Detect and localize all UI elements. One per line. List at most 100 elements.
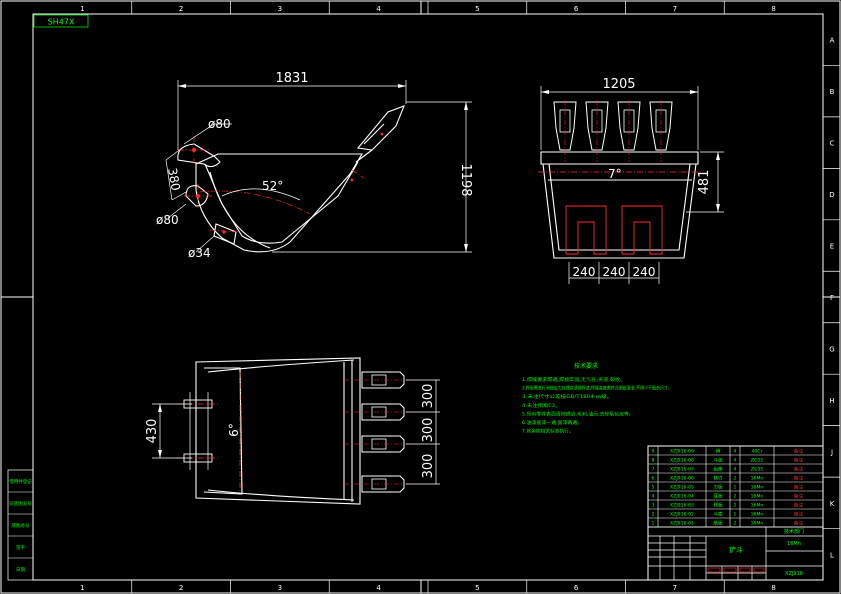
cad-drawing: 12345678 12345678 ABCDEFGHJKL SH47X 1831… — [0, 0, 841, 594]
top-teeth — [183, 371, 408, 493]
small-pin-diameter: ø34 — [188, 246, 211, 260]
parts-table-cell: 16Mn — [751, 520, 764, 526]
sheet-inner-border — [32, 13, 824, 581]
parts-table-cell: 4 — [734, 457, 737, 463]
title-block-code: XZJ916 — [785, 571, 803, 577]
parts-table-cell: XZJ916-03 — [670, 502, 694, 508]
title-block-area: 9 XZJ916-09 销 4 40Cr 备注 8 XZJ916-08 斗齿 4 ZG35 备注 7 XZ… — [647, 445, 824, 581]
margin-label: 旧底图总号 — [9, 500, 32, 507]
parts-table-cell: 1 — [652, 520, 655, 526]
front-taper-angle: 7° — [608, 167, 622, 181]
parts-table-cell: 耳板 — [713, 492, 723, 499]
parts-table-cell: 8 — [652, 457, 655, 463]
parts-table-cell: 9 — [652, 448, 655, 454]
grid-col-label: 6 — [574, 5, 579, 13]
parts-table-cell: 2 — [734, 502, 737, 508]
parts-table: 9 XZJ916-09 销 4 40Cr 备注 8 XZJ916-08 斗齿 4 ZG35 备注 7 XZ… — [648, 446, 823, 528]
note-line: 4.未注倒角C2。 — [522, 402, 561, 409]
front-slot — [565, 205, 607, 255]
grid-col-label: 1 — [80, 5, 84, 13]
front-spacing-3: 240 — [633, 265, 656, 279]
parts-table-cell: 侧板 — [713, 501, 723, 508]
parts-table-cell: XZJ916-04 — [670, 493, 694, 499]
side-view: 1831 1198 380 52° ø80 ø80 ø34 — [156, 71, 473, 260]
parts-table-cell: 2 — [734, 520, 737, 526]
front-view: 1205 481 7° 240 240 240 — [538, 77, 724, 284]
parts-table-cell: 备注 — [794, 474, 804, 481]
parts-table-cell: 5 — [652, 484, 655, 490]
parts-table-cell: 1 — [734, 511, 737, 517]
grid-row-label: K — [830, 500, 835, 508]
code-label: SH47X — [48, 18, 75, 27]
parts-table-cell: 备注 — [794, 510, 804, 517]
title-block-material: 16Mn — [787, 541, 801, 547]
parts-table-cell: XZJ916-05 — [670, 484, 694, 490]
grid-col-label: 7 — [673, 5, 677, 13]
grid-row-label: L — [830, 551, 834, 559]
top-tooth-spacing-3: 300 — [421, 454, 436, 479]
grid-col-label: 3 — [278, 584, 282, 592]
note-line: 6.油漆底漆一遍,面漆两遍。 — [522, 419, 582, 426]
parts-table-cell: XZJ916-06 — [670, 475, 694, 481]
parts-table-cell: 备注 — [794, 456, 804, 463]
margin-label: 签字 — [16, 544, 25, 551]
note-line: 3.未注尺寸公差按GB/T1804-m级。 — [522, 393, 612, 400]
side-length-dim: 1831 — [275, 71, 308, 86]
parts-table-cell: 备注 — [794, 447, 804, 454]
parts-table-cell: 备注 — [794, 519, 804, 526]
parts-table-cell: 4 — [652, 493, 655, 499]
parts-table-cell: XZJ916-01 — [670, 520, 694, 526]
parts-table-cell: 筋板 — [713, 519, 723, 526]
grid-col-label: 2 — [179, 5, 183, 13]
side-angle-dim: 52° — [262, 179, 283, 193]
parts-table-cell: XZJ916-09 — [670, 448, 694, 454]
grid-col-label: 4 — [376, 584, 381, 592]
note-line: 5.所有零件表面清除锈迹,毛刺,油污,去除氧化皮等。 — [522, 410, 634, 417]
top-tooth-spacing-1: 300 — [421, 384, 436, 409]
grid-col-label: 2 — [179, 584, 183, 592]
parts-table-cell: 1 — [734, 484, 737, 490]
grid-col-label: 5 — [475, 5, 479, 13]
grid-row-label: F — [830, 294, 834, 302]
parts-table-cell: 斗齿 — [713, 457, 723, 463]
parts-table-cell: 7 — [652, 466, 655, 472]
grid-row-label: J — [830, 448, 833, 456]
parts-table-cell: 齿座 — [713, 465, 723, 472]
front-spacing-2: 240 — [603, 265, 626, 279]
title-block-name: 铲斗 — [729, 545, 743, 554]
grid-row-label: H — [829, 397, 834, 405]
grid-col-label: 8 — [771, 5, 775, 13]
top-pin-diameter: ø80 — [208, 117, 231, 131]
grid-row-labels-right: A B C D E F G H J K L — [823, 37, 840, 559]
parts-table-cell: 16Mn — [751, 511, 764, 517]
margin-label: 日期 — [16, 567, 25, 573]
grid-row-label: G — [829, 345, 834, 353]
grid-col-label: 8 — [771, 584, 775, 592]
parts-table-cell: 刃板 — [713, 483, 723, 490]
grid-col-label: 3 — [278, 5, 282, 13]
parts-table-cell: 斗底 — [713, 510, 723, 517]
margin-label: 底图总号 — [12, 522, 30, 529]
parts-table-cell: 6 — [652, 475, 655, 481]
parts-table-cell: 侧刃 — [713, 474, 723, 481]
grid-col-label: 5 — [475, 584, 479, 592]
parts-table-cell: 4 — [734, 466, 737, 472]
bottom-pin-diameter: ø80 — [156, 213, 179, 227]
note-line: 1.焊缝要求焊透,焊接牢固,无气孔,夹渣,裂纹。 — [522, 376, 625, 383]
grid-column-labels-bottom: 1 2 3 4 5 6 7 8 — [80, 580, 776, 593]
parts-table-cell: 16Mn — [751, 493, 764, 499]
front-width-dim: 1205 — [602, 77, 635, 92]
top-tooth-spacing-2: 300 — [421, 418, 436, 443]
parts-table-cell: 16Mn — [751, 502, 764, 508]
top-view-angle: 6° — [227, 423, 241, 437]
parts-table-cell: 40Cr — [752, 448, 763, 454]
margin-label: 借用件登记 — [9, 478, 32, 485]
front-depth-dim: 481 — [697, 170, 712, 195]
parts-table-cell: ZG35 — [751, 466, 764, 472]
grid-col-label: 6 — [574, 584, 579, 592]
top-view: 430 300 300 300 6° — [145, 357, 440, 505]
parts-table-cell: XZJ916-02 — [670, 511, 694, 517]
grid-row-label: B — [830, 88, 835, 96]
parts-table-cell: 2 — [734, 475, 737, 481]
grid-col-label: 7 — [673, 584, 677, 592]
